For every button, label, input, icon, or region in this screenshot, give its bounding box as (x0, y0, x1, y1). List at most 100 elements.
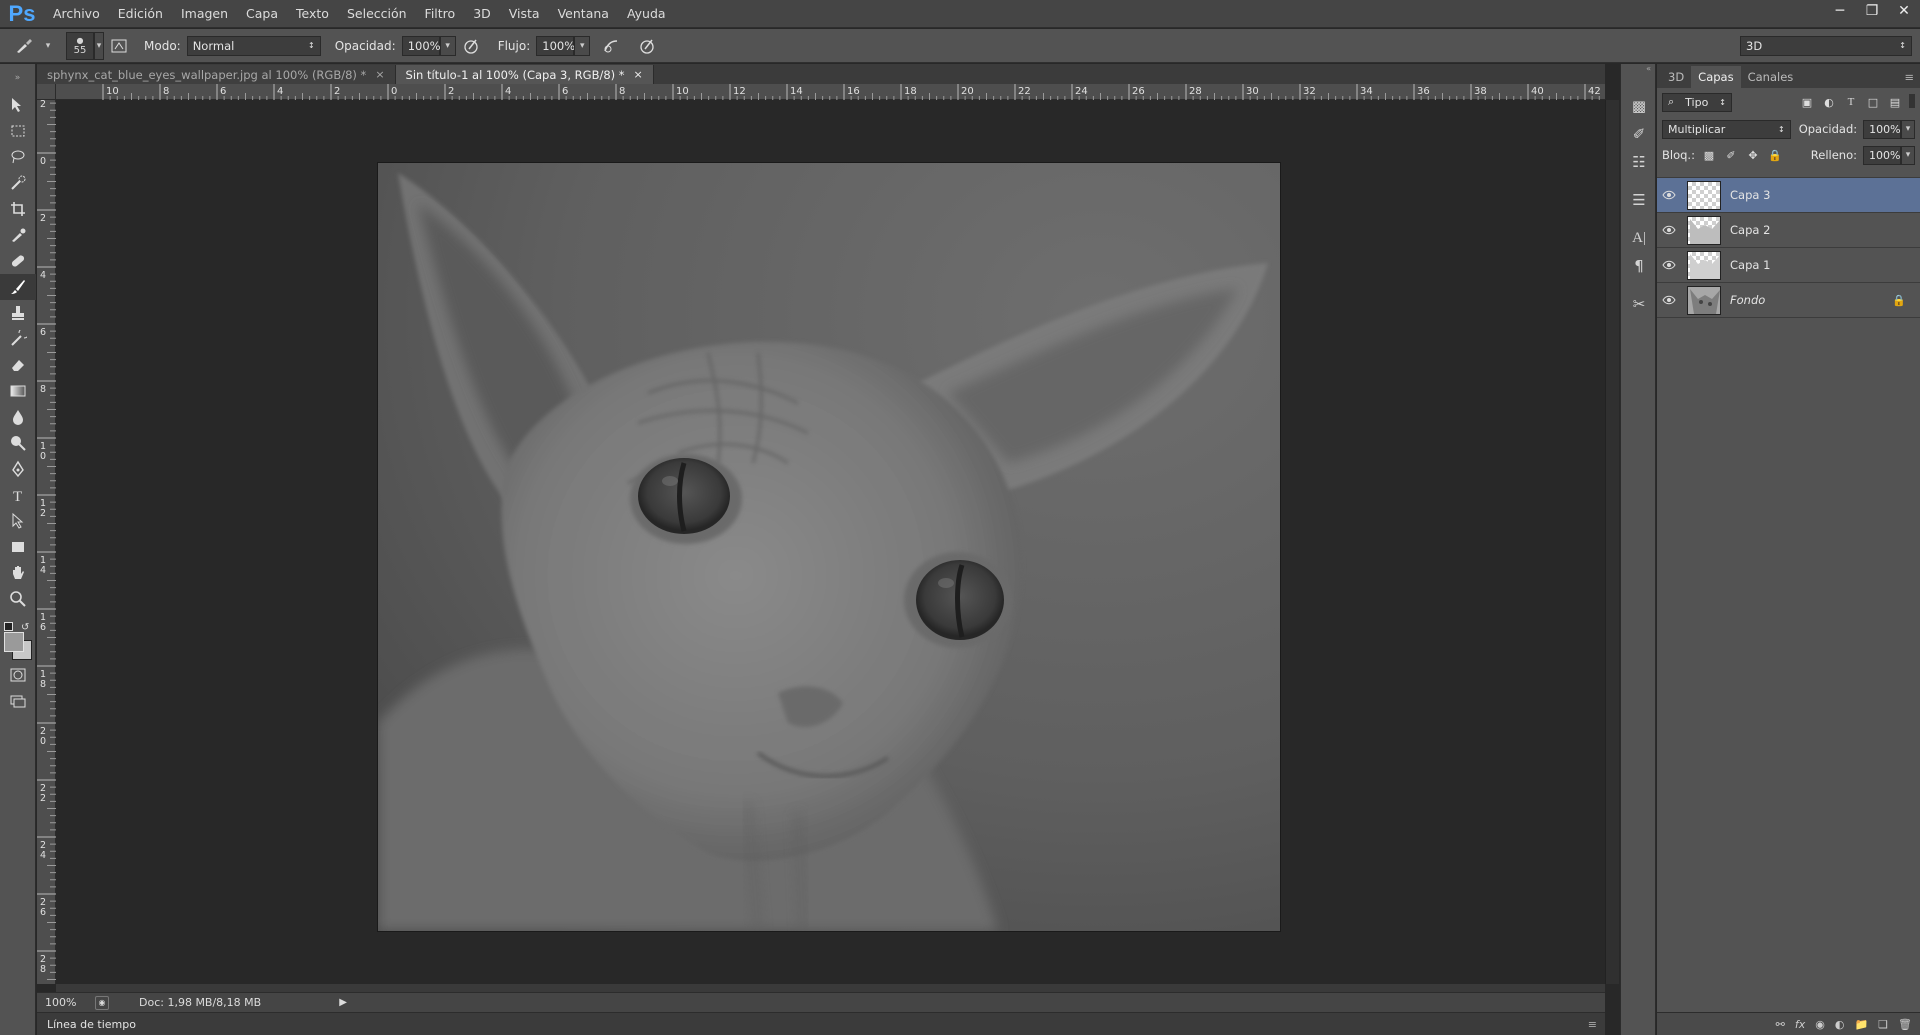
flow-field[interactable]: 100% (536, 35, 575, 56)
pen-tool-icon[interactable] (0, 456, 36, 482)
panel-menu-icon[interactable]: ≡ (1588, 1018, 1597, 1031)
menu-vista[interactable]: Vista (500, 0, 549, 28)
tab-3d[interactable]: 3D (1661, 66, 1691, 88)
panel-menu-icon[interactable]: ≡ (1898, 66, 1920, 88)
lasso-tool-icon[interactable] (0, 144, 36, 170)
lock-position-icon[interactable]: ✥ (1745, 147, 1761, 163)
new-group-icon[interactable]: 📁 (1854, 1018, 1868, 1031)
brush-tool-icon[interactable] (0, 274, 36, 300)
brush-panel-toggle-icon[interactable] (108, 35, 130, 57)
adjustments-panel-icon[interactable]: ☷ (1621, 148, 1657, 176)
pressure-opacity-icon[interactable] (460, 35, 482, 57)
brush-presets-panel-icon[interactable]: ✐ (1621, 120, 1657, 148)
zoom-tool-icon[interactable] (0, 586, 36, 612)
layer-row[interactable]: Capa 1 (1657, 248, 1920, 283)
eyedropper-tool-icon[interactable] (0, 222, 36, 248)
blend-mode-select[interactable]: Multiplicar ↕ (1662, 119, 1791, 139)
brush-size-picker[interactable]: ● 55 (66, 31, 94, 60)
adjustment-layer-icon[interactable]: ◐ (1835, 1018, 1845, 1031)
opacity-field[interactable]: 100% (401, 35, 441, 56)
rectangle-tool-icon[interactable] (0, 534, 36, 560)
eye-icon[interactable] (1657, 260, 1681, 270)
new-layer-icon[interactable]: ❏ (1878, 1018, 1888, 1031)
history-brush-tool-icon[interactable] (0, 326, 36, 352)
ruler-origin[interactable] (37, 84, 56, 100)
tab-capas[interactable]: Capas (1691, 66, 1741, 88)
filter-pixel-icon[interactable]: ▣ (1799, 94, 1815, 110)
document-canvas[interactable] (378, 163, 1280, 931)
horizontal-ruler[interactable]: 10 8 6 4 2 0 2 4 6 8 10 12 14 16 18 20 22 24 26 28 30 32 34 36 3… (56, 84, 1636, 100)
layer-opacity-field[interactable]: 100% (1863, 119, 1902, 139)
properties-panel-icon[interactable]: ☰ (1621, 186, 1657, 214)
brush-preset-dropdown-icon[interactable]: ▾ (40, 36, 56, 56)
menu-3d[interactable]: 3D (464, 0, 500, 28)
eye-icon[interactable] (1657, 190, 1681, 200)
close-icon[interactable]: ✕ (1890, 2, 1918, 20)
type-tool-icon[interactable]: T (0, 482, 36, 508)
screen-mode-icon[interactable] (0, 688, 36, 714)
path-selection-tool-icon[interactable] (0, 508, 36, 534)
layer-row[interactable]: Capa 3 (1657, 178, 1920, 213)
tool-presets-panel-icon[interactable]: ✂ (1621, 290, 1657, 318)
layer-row[interactable]: Capa 2 (1657, 213, 1920, 248)
dock-collapse-icon[interactable]: « (1621, 64, 1655, 78)
tab-sphynx-cat[interactable]: sphynx_cat_blue_eyes_wallpaper.jpg al 10… (37, 65, 396, 84)
eye-icon[interactable] (1657, 225, 1681, 235)
flow-dropdown-icon[interactable]: ▾ (574, 35, 591, 56)
marquee-tool-icon[interactable] (0, 118, 36, 144)
filter-smart-object-icon[interactable]: ▤ (1887, 94, 1903, 110)
filter-adjustment-icon[interactable]: ◐ (1821, 94, 1837, 110)
menu-texto[interactable]: Texto (287, 0, 338, 28)
menu-filtro[interactable]: Filtro (416, 0, 465, 28)
filter-type-icon[interactable]: T (1843, 94, 1859, 110)
menu-imagen[interactable]: Imagen (172, 0, 237, 28)
timeline-panel-bar[interactable]: Línea de tiempo ≡ (37, 1012, 1605, 1035)
close-tab-icon[interactable]: × (634, 68, 643, 81)
share-icon[interactable]: ◉ (95, 995, 109, 1010)
hand-tool-icon[interactable] (0, 560, 36, 586)
quick-selection-tool-icon[interactable] (0, 170, 36, 196)
vertical-ruler[interactable]: 20246810121416182022242628 (37, 84, 56, 1002)
layer-opacity-dropdown-icon[interactable]: ▾ (1901, 119, 1915, 139)
foreground-color-swatch[interactable] (4, 632, 24, 652)
toolbar-collapse-icon[interactable]: » (0, 64, 35, 92)
zoom-level[interactable]: 100% (45, 996, 95, 1009)
status-menu-arrow-icon[interactable]: ▶ (339, 997, 347, 1008)
move-tool-icon[interactable] (0, 92, 36, 118)
clone-stamp-tool-icon[interactable] (0, 300, 36, 326)
brush-size-dropdown-icon[interactable]: ▾ (94, 31, 104, 60)
restore-icon[interactable]: ❐ (1858, 2, 1886, 20)
delete-layer-icon[interactable]: 🗑 (1898, 1018, 1912, 1031)
filter-toggle-icon[interactable] (1909, 94, 1915, 108)
pressure-size-icon[interactable] (636, 35, 658, 57)
lock-transparent-icon[interactable]: ▩ (1701, 147, 1717, 163)
dodge-tool-icon[interactable] (0, 430, 36, 456)
crop-tool-icon[interactable] (0, 196, 36, 222)
layer-style-icon[interactable]: fx (1795, 1018, 1805, 1031)
tab-sin-titulo[interactable]: Sin título-1 al 100% (Capa 3, RGB/8) * × (395, 65, 654, 84)
filter-kind-select[interactable]: ⌕ Tipo ↕ (1662, 92, 1732, 112)
airbrush-icon[interactable] (600, 35, 622, 57)
blur-tool-icon[interactable] (0, 404, 36, 430)
menu-capa[interactable]: Capa (237, 0, 287, 28)
link-layers-icon[interactable]: ⚯ (1776, 1018, 1785, 1031)
gradient-tool-icon[interactable] (0, 378, 36, 404)
menu-ventana[interactable]: Ventana (549, 0, 618, 28)
fill-dropdown-icon[interactable]: ▾ (1901, 145, 1915, 165)
opacity-dropdown-icon[interactable]: ▾ (439, 35, 456, 56)
history-panel-icon[interactable]: ▩ (1621, 92, 1657, 120)
menu-edicion[interactable]: Edición (109, 0, 172, 28)
add-mask-icon[interactable]: ◉ (1815, 1018, 1825, 1031)
healing-brush-tool-icon[interactable] (0, 248, 36, 274)
character-panel-icon[interactable]: A| (1621, 224, 1657, 252)
quick-mask-icon[interactable] (0, 662, 36, 688)
horizontal-scrollbar[interactable] (56, 984, 1605, 992)
eye-icon[interactable] (1657, 295, 1681, 305)
close-tab-icon[interactable]: × (375, 68, 384, 81)
mode-select[interactable]: Normal ↕ (186, 35, 321, 56)
filter-shape-icon[interactable]: □ (1865, 94, 1881, 110)
menu-archivo[interactable]: Archivo (44, 0, 109, 28)
menu-seleccion[interactable]: Selección (338, 0, 416, 28)
menu-ayuda[interactable]: Ayuda (618, 0, 675, 28)
lock-all-icon[interactable]: 🔒 (1767, 147, 1783, 163)
